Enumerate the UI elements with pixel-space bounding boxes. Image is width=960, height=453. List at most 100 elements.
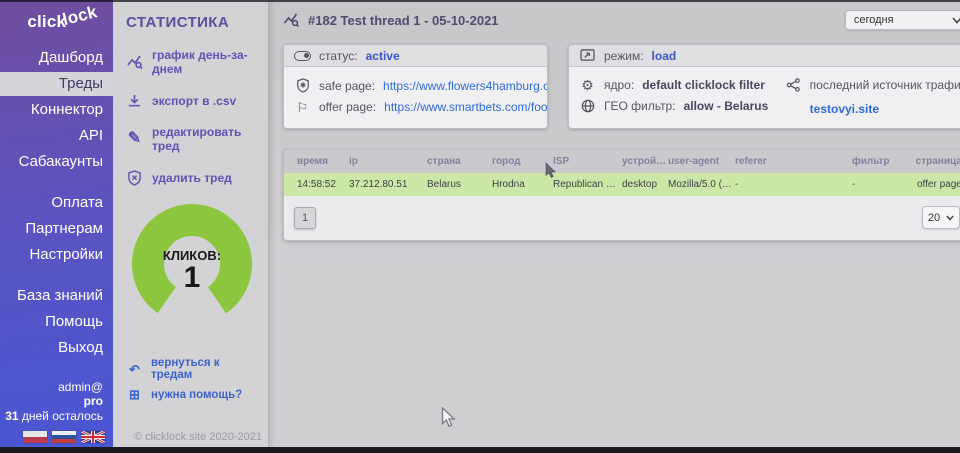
mode-value: load (652, 49, 677, 63)
main-header: #182 Test thread 1 - 05-10-2021 сегодня (283, 0, 960, 40)
col-header-city: город (492, 156, 553, 167)
export-csv-action[interactable]: экспорт в .csv (126, 93, 262, 108)
action-label: график день-за-днем (152, 48, 262, 76)
mode-right-column: последний источник трафика: testovyi.sit… (785, 71, 960, 120)
mode-panel: режим: load ⚙ ядро: default clicklock fi… (568, 44, 960, 129)
primary-sidebar: clicklock Дашборд Треды Коннектор API Са… (0, 0, 113, 453)
clicks-table-panel: время ip страна город ISP устройство use… (283, 149, 960, 241)
safe-page-link[interactable]: https://www.flowers4hamburg.com/ (383, 79, 548, 93)
geo-filter-label: ГЕО фильтр: (604, 99, 676, 113)
mode-panel-body: ⚙ ядро: default clicklock filter ГЕО фил… (569, 67, 960, 127)
info-panels: статус: active safe page: https://www.fl… (283, 44, 960, 129)
presentation-icon (579, 49, 596, 62)
sidebar-item-logout[interactable]: Выход (0, 336, 113, 360)
traffic-source-link[interactable]: testovyi.site (810, 102, 879, 116)
account-plan: pro (0, 394, 103, 408)
sidebar-item-dashboard[interactable]: Дашборд (0, 46, 113, 70)
mode-left-column: ⚙ ядро: default clicklock filter ГЕО фил… (579, 71, 785, 120)
need-help-link[interactable]: ⊞ нужна помощь? (126, 388, 262, 401)
daily-chart-action[interactable]: график день-за-днем (126, 48, 262, 76)
edit-thread-action[interactable]: ✎ редактировать тред (126, 125, 262, 153)
cell-filter: - (852, 179, 908, 190)
gauge-text: КЛИКОВ: 1 (128, 248, 256, 293)
sidebar-item-knowledge-base[interactable]: База знаний (0, 284, 113, 308)
undo-icon: ↶ (126, 363, 143, 376)
sidebar-item-connector[interactable]: Коннектор (0, 98, 113, 122)
table-row[interactable]: 14:58:52 37.212.80.51 Belarus Hrodna Rep… (284, 173, 960, 196)
cell-device: desktop (622, 179, 668, 190)
cell-city: Hrodna (492, 179, 553, 190)
account-info: admin@ pro 31 дней осталось (0, 380, 113, 423)
col-header-referer: referer (735, 156, 852, 167)
nav-spacer (0, 176, 113, 191)
main-content: #182 Test thread 1 - 05-10-2021 сегодня … (268, 0, 960, 453)
screen-top-band (0, 0, 960, 2)
globe-icon (579, 99, 596, 113)
geo-filter-row: ГЕО фильтр: allow - Belarus (579, 99, 785, 113)
col-header-page: страница (908, 156, 960, 167)
days-text: дней осталось (19, 409, 103, 423)
poland-flag[interactable] (23, 431, 47, 443)
cell-ip: 37.212.80.51 (349, 179, 427, 190)
col-header-filter: фильтр (852, 156, 908, 167)
traffic-source-label: последний источник трафика: (810, 78, 960, 92)
col-header-device: устройство (622, 156, 668, 167)
action-label: удалить тред (152, 171, 232, 185)
sidebar-item-settings[interactable]: Настройки (0, 243, 113, 267)
pencil-icon: ✎ (126, 131, 143, 147)
page-size-select[interactable]: 20 (922, 206, 960, 229)
stats-links: ↶ вернуться к тредам ⊞ нужна помощь? (126, 357, 262, 408)
gear-icon: ⚙ (579, 78, 596, 92)
sidebar-item-partners[interactable]: Партнерам (0, 217, 113, 241)
sidebar-item-api[interactable]: API (0, 124, 113, 148)
status-panel-header: статус: active (284, 45, 547, 67)
status-label: статус: (319, 49, 358, 63)
offer-page-row: ⚐ offer page: https://www.smartbets.com/… (294, 100, 537, 114)
clicklock-logo[interactable]: clicklock (0, 0, 113, 32)
safe-page-label: safe page: (319, 79, 375, 93)
flag-icon: ⚐ (294, 101, 311, 114)
account-email: admin@ (0, 380, 103, 394)
shield-x-icon (126, 170, 143, 186)
analytics-icon (126, 54, 143, 70)
table-header-row: время ip страна город ISP устройство use… (284, 150, 960, 173)
offer-page-link[interactable]: https://www.smartbets.com/football/tea..… (384, 100, 548, 114)
nav-spacer (0, 269, 113, 284)
status-panel: статус: active safe page: https://www.fl… (283, 44, 548, 129)
uk-flag[interactable] (81, 431, 105, 443)
sidebar-item-subaccounts[interactable]: Сабакаунты (0, 150, 113, 174)
core-label: ядро: (604, 78, 634, 92)
cell-referer: - (735, 179, 852, 190)
clicks-gauge: КЛИКОВ: 1 (128, 204, 256, 331)
pagination-bar: 1 20 (284, 196, 960, 240)
delete-thread-action[interactable]: удалить тред (126, 170, 262, 186)
analytics-icon (283, 12, 300, 28)
account-days-left: 31 дней осталось (0, 409, 103, 423)
russia-flag[interactable] (52, 431, 76, 443)
page-size-value: 20 (928, 212, 940, 224)
gauge-value: 1 (128, 263, 256, 293)
page-title: #182 Test thread 1 - 05-10-2021 (283, 12, 499, 28)
sidebar-item-threads[interactable]: Треды (0, 72, 113, 96)
page-1-button[interactable]: 1 (294, 207, 316, 229)
thread-title-text: #182 Test thread 1 - 05-10-2021 (308, 13, 499, 28)
back-to-threads-link[interactable]: ↶ вернуться к тредам (126, 357, 262, 381)
traffic-source-row: последний источник трафика: (785, 78, 960, 92)
square-plus-icon: ⊞ (126, 388, 143, 401)
sidebar-item-payment[interactable]: Оплата (0, 191, 113, 215)
cell-page: offer page (908, 179, 960, 190)
sidebar-item-help[interactable]: Помощь (0, 310, 113, 334)
action-label: редактировать тред (152, 125, 262, 153)
cell-time: 14:58:52 (297, 179, 349, 190)
toggle-icon (294, 51, 311, 61)
logo-text-1: click (27, 12, 66, 31)
col-header-country: страна (427, 156, 492, 167)
period-select[interactable]: сегодня (845, 10, 960, 30)
col-header-user-agent: user-agent (668, 156, 735, 167)
link-label: нужна помощь? (151, 389, 242, 401)
shield-star-icon (294, 78, 311, 93)
mode-label: режим: (604, 49, 644, 63)
share-icon (785, 78, 802, 92)
core-value: default clicklock filter (642, 78, 765, 92)
days-number: 31 (5, 409, 18, 423)
